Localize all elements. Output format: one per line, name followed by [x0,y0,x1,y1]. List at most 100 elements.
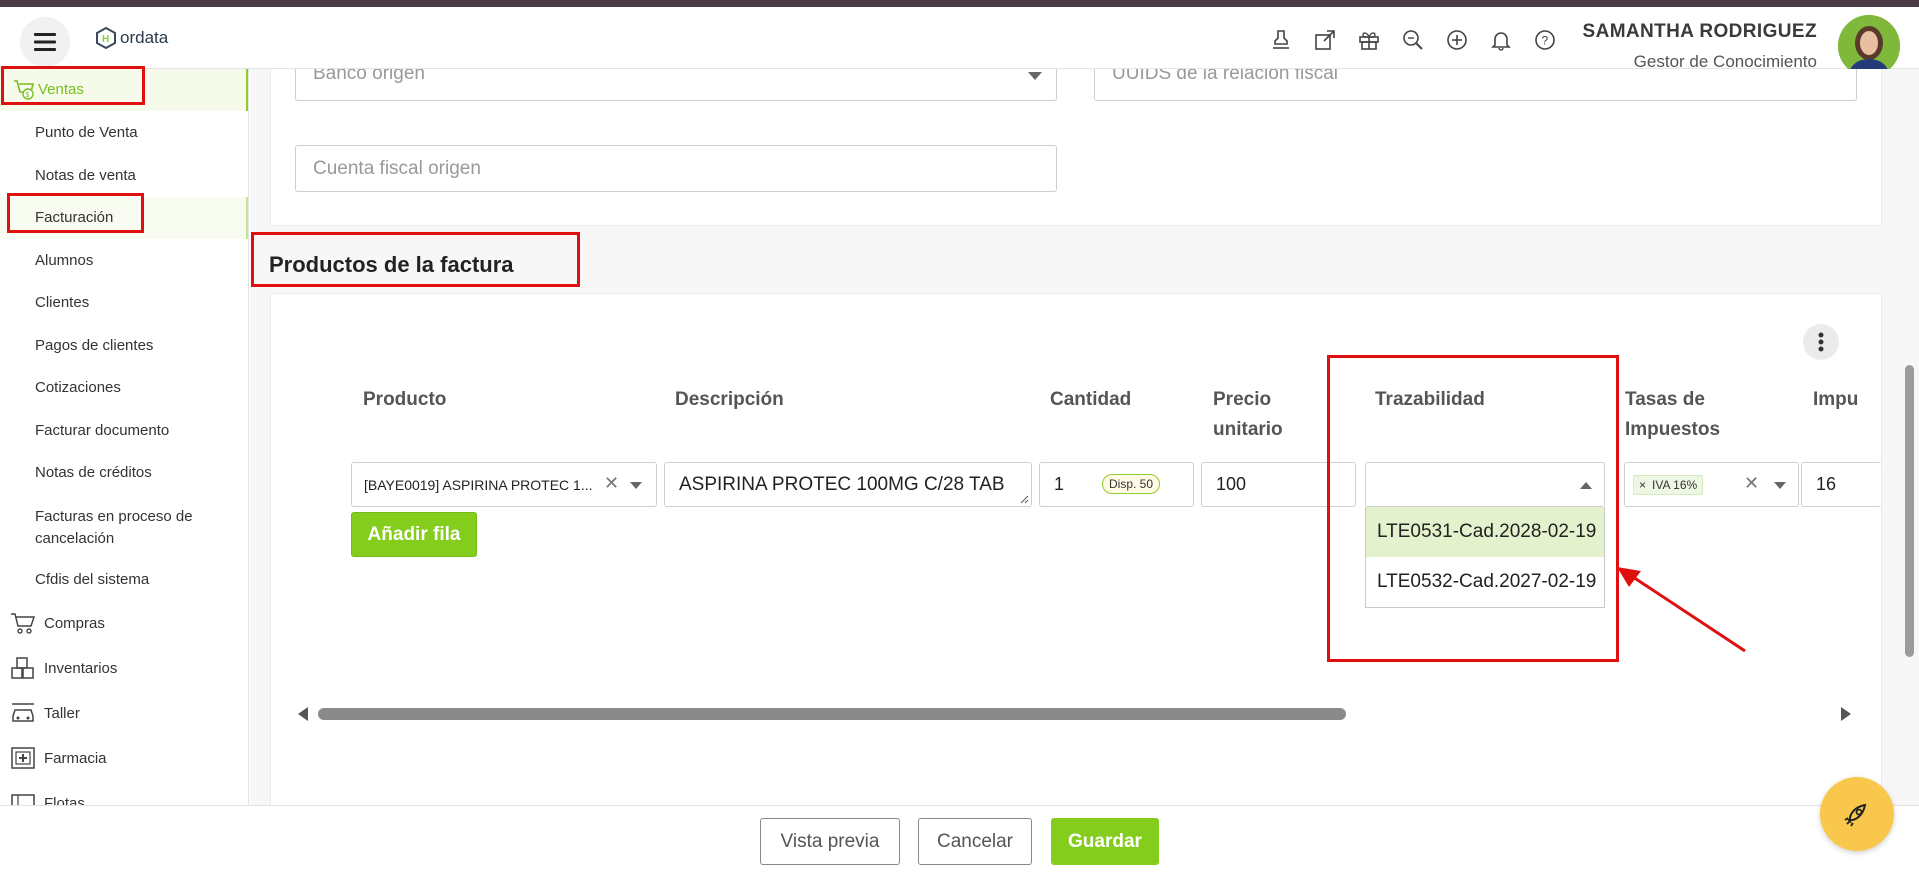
clear-icon[interactable]: ✕ [604,473,619,494]
sidebar-item-notas-de-venta[interactable]: Notas de venta [35,167,136,184]
impuesto-input[interactable]: 16 [1801,462,1881,507]
column-header-tasas-line1: Tasas de [1625,389,1705,410]
column-header-precio: Precio unitario [1213,385,1283,445]
sidebar-item-inventarios[interactable]: Inventarios [10,656,117,680]
chevron-down-icon[interactable] [630,482,642,489]
app-header: H ordata ? SAMANTHA RODRIGUEZ Gestor de … [0,7,1919,77]
descripcion-textarea[interactable]: ASPIRINA PROTEC 100MG C/28 TAB [664,462,1032,507]
cuenta-fiscal-placeholder: Cuenta fiscal origen [313,157,481,179]
user-avatar[interactable] [1838,15,1900,77]
sidebar-item-cfdis[interactable]: Cfdis del sistema [35,571,149,588]
sidebar-item-clientes[interactable]: Clientes [35,294,89,311]
chevron-down-icon [1028,72,1042,80]
scroll-left-icon[interactable] [298,707,308,721]
annotation-arrow-icon [1617,567,1746,653]
sidebar-item-label: Inventarios [44,659,118,677]
sidebar-item-alumnos[interactable]: Alumnos [35,252,93,269]
section-title-productos: Productos de la factura [269,252,514,277]
sidebar-item-compras[interactable]: Compras [10,611,105,635]
more-options-button[interactable] [1803,324,1839,360]
preview-button[interactable]: Vista previa [760,818,900,865]
sidebar-item-label: Taller [44,704,80,722]
chevron-down-icon[interactable] [1774,482,1786,489]
disponible-badge: Disp. 50 [1102,474,1161,494]
add-row-button[interactable]: Añadir fila [351,512,477,557]
uuids-placeholder: UUIDS de la relación fiscal [1112,69,1338,84]
header-toolbar: ? [1268,27,1558,53]
cuenta-fiscal-origen-input[interactable]: Cuenta fiscal origen [295,145,1057,192]
banco-origen-select[interactable]: Banco origen [295,69,1057,101]
sidebar-item-flotas[interactable]: Flotas [10,791,85,805]
sidebar-item-label: Farmacia [44,749,107,767]
main-content: Banco origen UUIDS de la relación fiscal… [250,69,1919,805]
trazabilidad-option[interactable]: LTE0531-Cad.2028-02-19 [1366,507,1604,557]
clear-icon[interactable]: ✕ [1744,473,1759,494]
products-card [270,293,1882,805]
plus-circle-icon[interactable] [1444,27,1470,53]
chevron-up-icon [1580,482,1592,489]
cart-dollar-icon: $ [14,80,35,100]
tasas-impuestos-select[interactable]: × IVA 16% ✕ [1624,462,1799,507]
logo-text: ordata [120,28,169,47]
sidebar-item-notas-de-creditos[interactable]: Notas de créditos [35,464,152,481]
impuesto-value: 16 [1816,474,1837,494]
sidebar-item-facturas-cancelacion[interactable]: Facturas en proceso de cancelación [35,506,235,550]
column-header-precio-line1: Precio [1213,389,1272,410]
search-zoom-icon[interactable] [1400,27,1426,53]
banco-origen-placeholder: Banco origen [313,69,425,84]
avatar-photo-icon [1838,15,1900,77]
help-icon[interactable]: ? [1532,27,1558,53]
svg-text:?: ? [1542,34,1549,48]
scroll-right-icon[interactable] [1841,707,1851,721]
sidebar: $ Ventas Punto de Venta Notas de venta F… [0,69,249,805]
sidebar-item-facturacion[interactable]: Facturación [35,209,113,226]
precio-unitario-input[interactable]: 100 [1201,462,1356,507]
iva-tag-label: IVA 16% [1652,477,1698,492]
iva-tag[interactable]: × IVA 16% [1633,474,1704,495]
sidebar-item-cotizaciones[interactable]: Cotizaciones [35,379,121,396]
kebab-menu-icon [1818,332,1824,352]
sidebar-item-facturar-documento[interactable]: Facturar documento [35,422,169,439]
descripcion-value: ASPIRINA PROTEC 100MG C/28 TAB [679,473,1005,495]
hamburger-menu-button[interactable] [20,17,70,67]
sidebar-item-label: Flotas [44,794,85,806]
external-link-icon[interactable] [1312,27,1338,53]
cancel-button[interactable]: Cancelar [918,818,1032,865]
resize-handle-icon[interactable] [1019,494,1029,504]
cantidad-input[interactable]: 1 Disp. 50 [1039,462,1194,507]
uuids-relacion-fiscal-input[interactable]: UUIDS de la relación fiscal [1094,69,1857,101]
sidebar-item-label: Compras [44,614,105,632]
column-header-producto: Producto [363,389,447,410]
bell-icon[interactable] [1488,27,1514,53]
sidebar-item-punto-de-venta[interactable]: Punto de Venta [35,124,138,141]
trazabilidad-select[interactable] [1365,462,1605,507]
hamburger-icon [34,33,56,51]
pharmacy-cross-icon [11,747,35,769]
fleet-icon [11,794,35,805]
sidebar-section-ventas[interactable]: $ Ventas [0,69,248,111]
save-button[interactable]: Guardar [1051,818,1159,865]
rocket-fab-button[interactable] [1820,777,1894,851]
sidebar-item-taller[interactable]: Taller [10,701,80,725]
boxes-icon [11,657,34,679]
svg-text:$: $ [26,92,30,99]
user-name[interactable]: SAMANTHA RODRIGUEZ [1583,21,1818,43]
action-footer: Vista previa Cancelar Guardar [0,805,1919,875]
app-logo[interactable]: H ordata [96,27,168,49]
stamp-icon[interactable] [1268,27,1294,53]
gift-icon[interactable] [1356,27,1382,53]
vertical-scrollbar-thumb[interactable] [1905,365,1914,657]
horizontal-scrollbar-thumb[interactable] [318,708,1346,720]
trazabilidad-dropdown: LTE0531-Cad.2028-02-19 LTE0532-Cad.2027-… [1365,507,1605,608]
sidebar-item-farmacia[interactable]: Farmacia [10,746,107,770]
tag-remove-icon[interactable]: × [1639,478,1646,492]
trazabilidad-option[interactable]: LTE0532-Cad.2027-02-19 [1366,557,1604,607]
cantidad-value: 1 [1054,474,1065,494]
column-header-trazabilidad: Trazabilidad [1375,389,1485,410]
sidebar-item-pagos-de-clientes[interactable]: Pagos de clientes [35,337,153,354]
column-header-precio-line2: unitario [1213,419,1283,440]
logo-hexagon-icon: H [96,27,116,49]
car-icon [12,703,34,722]
producto-select[interactable]: [BAYE0019] ASPIRINA PROTEC 1... ✕ [351,462,657,507]
shopping-cart-icon [11,613,36,634]
